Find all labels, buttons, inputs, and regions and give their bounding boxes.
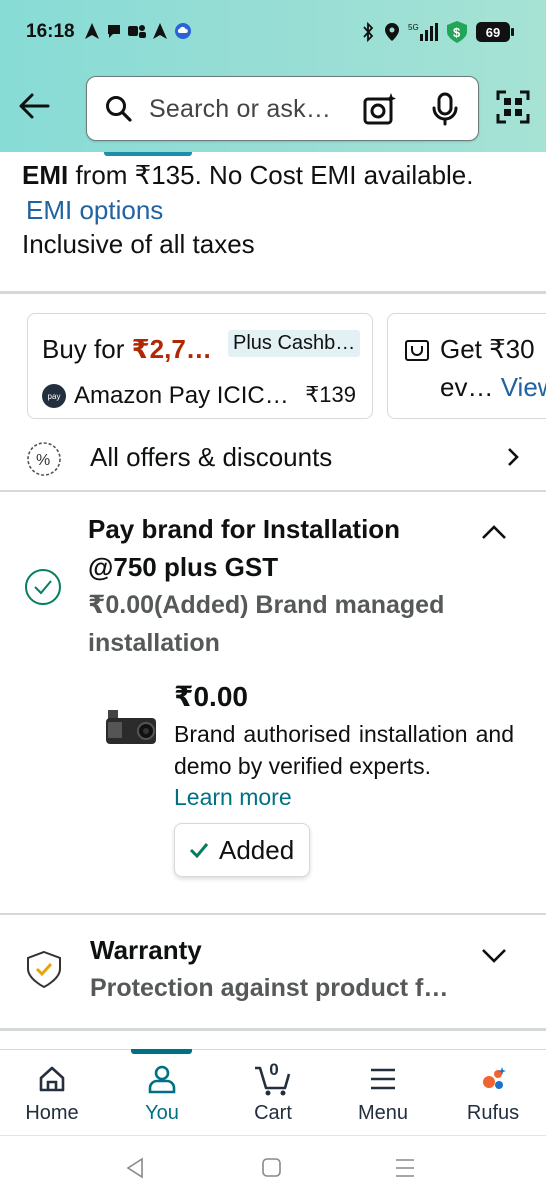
offer-ev-text: ev… View	[440, 372, 546, 403]
search-icon	[106, 96, 132, 122]
search-input[interactable]: Search or ask…	[149, 95, 331, 124]
chevron-right-icon	[508, 448, 519, 466]
chevron-down-icon[interactable]	[480, 945, 508, 965]
location-pin-icon	[385, 23, 399, 41]
chevron-up-icon[interactable]	[480, 522, 508, 542]
buy-for-label: Buy for	[42, 334, 132, 364]
shopping-bag-icon	[405, 340, 429, 361]
added-button[interactable]: Added	[174, 823, 310, 877]
nav-you[interactable]: You	[112, 1050, 212, 1136]
installation-subtitle: ₹0.00(Added) Brand managed installation	[88, 591, 445, 657]
checkmark-icon	[189, 843, 209, 858]
system-recents-icon[interactable]	[394, 1156, 416, 1180]
status-time: 16:18	[26, 21, 75, 42]
all-offers-row[interactable]: % All offers & discounts	[0, 430, 546, 486]
top-header: 16:18 5G $ 69 Search or ask…	[0, 0, 546, 152]
back-arrow-icon[interactable]	[16, 88, 52, 124]
rufus-icon	[483, 1067, 506, 1089]
warranty-title: Warranty	[90, 935, 202, 965]
teams-icon	[128, 25, 146, 38]
offer-get-text: Get ₹30	[440, 334, 535, 364]
nav-rufus-label: Rufus	[466, 1102, 520, 1124]
section-divider	[0, 490, 546, 492]
section-divider	[0, 913, 546, 915]
emi-info: EMI from ₹135. No Cost EMI available.	[22, 160, 474, 191]
installation-title: Pay brand for Installation @750 plus GST	[88, 514, 401, 582]
navigation-arrow-icon	[85, 23, 99, 39]
home-icon	[39, 1066, 65, 1092]
cashback-badge: Plus Cashb…	[228, 330, 361, 357]
learn-more-link[interactable]: Learn more	[174, 784, 292, 811]
notification-icons	[84, 22, 192, 40]
menu-icon	[371, 1068, 395, 1090]
warranty-subtitle: Protection against product f…	[90, 974, 449, 1002]
section-divider	[0, 1028, 546, 1031]
emi-options-link[interactable]: EMI options	[26, 195, 163, 226]
status-bar: 16:18 5G $ 69	[0, 0, 546, 64]
svg-text:5G: 5G	[408, 23, 419, 32]
pay-name: Amazon Pay ICIC…	[74, 382, 289, 409]
battery-indicator: 69	[476, 22, 514, 42]
bluetooth-icon	[363, 22, 374, 42]
nav-cart-label: Cart	[254, 1102, 292, 1124]
active-tab-indicator	[131, 1049, 192, 1054]
dashcam-product-thumbnail	[106, 710, 156, 744]
section-divider	[0, 291, 546, 294]
nav-home-label: Home	[25, 1102, 79, 1124]
emi-prefix: EMI	[22, 160, 69, 190]
installation-description: Brand authorised installation and demo b…	[174, 721, 514, 779]
system-back-icon[interactable]	[124, 1156, 146, 1180]
all-offers-label: All offers & discounts	[90, 442, 333, 472]
signal-5g-icon: 5G	[408, 23, 438, 41]
nav-menu[interactable]: Menu	[333, 1050, 433, 1136]
offer-card-cashback[interactable]: Buy for ₹2,7… Plus Cashb… pay Amazon Pay…	[27, 313, 373, 419]
nav-menu-label: Menu	[357, 1102, 409, 1124]
installation-price: ₹0.00	[174, 681, 248, 712]
amazon-pay-icon: pay	[42, 384, 66, 408]
system-navigation-bar	[0, 1135, 546, 1200]
navigation-arrow-icon	[153, 23, 167, 39]
offer-view-link[interactable]: View	[501, 372, 546, 402]
nav-cart[interactable]: 0 Cart	[223, 1050, 323, 1136]
pay-amount: ₹139	[305, 382, 356, 407]
check-circle-icon[interactable]	[24, 568, 62, 606]
warranty-shield-icon	[27, 950, 61, 989]
camera-lens-icon[interactable]	[363, 92, 397, 126]
cart-count: 0	[269, 1060, 279, 1079]
bottom-navigation: Home You 0 Cart Menu Rufus	[0, 1049, 546, 1135]
chat-bubble-icon	[108, 25, 120, 38]
svg-text:$: $	[453, 25, 461, 40]
nav-rufus[interactable]: Rufus	[443, 1050, 543, 1136]
nav-you-label: You	[145, 1102, 179, 1124]
search-bar[interactable]: Search or ask…	[86, 76, 479, 141]
percent-badge-icon: %	[27, 442, 61, 476]
system-home-icon[interactable]	[261, 1156, 283, 1180]
offer-buy-for: Buy for ₹2,7…	[42, 334, 212, 365]
microphone-icon[interactable]	[431, 92, 459, 126]
emi-text: from ₹135. No Cost EMI available.	[68, 160, 474, 190]
cloud-sync-icon	[175, 23, 191, 39]
person-icon	[148, 1065, 176, 1094]
added-label: Added	[219, 834, 295, 865]
taxes-note: Inclusive of all taxes	[22, 229, 255, 259]
tab-accent-strip	[104, 152, 192, 156]
system-status-icons: 5G $ 69	[360, 20, 514, 44]
nav-home[interactable]: Home	[2, 1050, 102, 1136]
qr-scan-icon[interactable]	[496, 90, 530, 124]
svg-text:%: %	[36, 452, 50, 469]
offer-price: ₹2,7…	[131, 334, 212, 364]
offer-card-get[interactable]: Get ₹30 ev… View	[387, 313, 546, 419]
security-shield-icon: $	[447, 21, 467, 43]
offer-ev: ev…	[440, 372, 501, 402]
